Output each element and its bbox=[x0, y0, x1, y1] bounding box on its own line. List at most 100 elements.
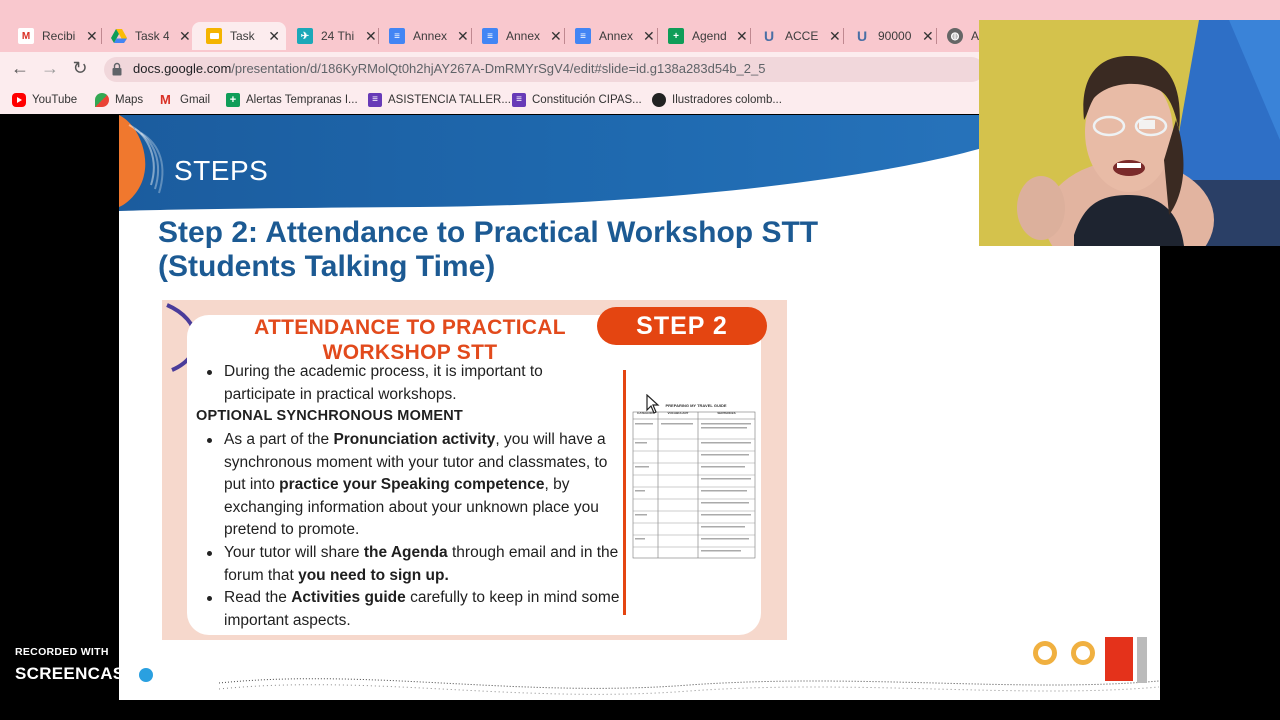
heading-line-2: (Students Talking Time) bbox=[158, 250, 496, 283]
tab-label: Recibi bbox=[42, 29, 76, 43]
tab-agenda[interactable]: + Agend ✕ bbox=[654, 22, 754, 50]
magnet-icon: U bbox=[856, 28, 868, 44]
divider-line bbox=[623, 370, 626, 615]
magnet-icon: U bbox=[763, 28, 775, 44]
bookmark-ilustradores[interactable]: Ilustradores colomb... bbox=[652, 91, 782, 109]
reload-icon[interactable]: ↻ bbox=[68, 57, 92, 81]
tab-90000[interactable]: U 90000 ✕ bbox=[840, 22, 940, 50]
text-run: Your tutor will share bbox=[224, 544, 364, 561]
screencast-watermark: RECORDED WITH SCREENCAST MATIC bbox=[15, 646, 209, 691]
close-icon[interactable]: ✕ bbox=[829, 28, 841, 45]
google-docs-icon: ≡ bbox=[575, 28, 591, 44]
tab-gmail[interactable]: M Recibi ✕ bbox=[4, 22, 104, 50]
tab-annex-3[interactable]: ≡ Annex ✕ bbox=[561, 22, 661, 50]
bullet-3-text: Your tutor will share the Agenda through… bbox=[224, 542, 622, 587]
close-icon[interactable]: ✕ bbox=[550, 28, 562, 45]
tab-label: Task 4 bbox=[135, 29, 169, 43]
text-run: As a part of the bbox=[224, 431, 334, 448]
bullet-dot bbox=[207, 596, 212, 601]
travel-guide-thumbnail: PREPARING MY TRAVEL GUIDE CATEGORY VOCAB… bbox=[632, 403, 760, 563]
close-icon[interactable]: ✕ bbox=[922, 28, 934, 45]
bullet-4-text: Read the Activities guide carefully to k… bbox=[224, 587, 622, 632]
tab-slides-active[interactable]: Task 4 ✕ bbox=[192, 22, 286, 50]
thumbnail-col: VOCABULARY bbox=[667, 411, 689, 415]
url-text[interactable]: docs.google.com/presentation/d/186KyRMol… bbox=[133, 61, 765, 76]
bold-run: you need to sign up. bbox=[298, 566, 449, 584]
back-arrow-icon[interactable]: ← bbox=[8, 57, 32, 81]
screen: M Recibi ✕ Task 4 ✕ Task 4 ✕ ✈ 24 Thi ✕ … bbox=[0, 0, 1280, 720]
close-icon[interactable]: ✕ bbox=[86, 28, 98, 45]
close-icon[interactable]: ✕ bbox=[736, 28, 748, 45]
bold-run: practice your Speaking competence bbox=[279, 476, 545, 494]
google-slides-icon bbox=[206, 28, 222, 44]
tab-drive[interactable]: Task 4 ✕ bbox=[97, 22, 197, 50]
tab-flights[interactable]: ✈ 24 Thi ✕ bbox=[283, 22, 383, 50]
tab-label: Annex bbox=[506, 29, 540, 43]
close-icon[interactable]: ✕ bbox=[179, 28, 191, 45]
card-title: ATTENDANCE TO PRACTICAL WORKSHOP STT bbox=[220, 315, 600, 365]
close-icon[interactable]: ✕ bbox=[643, 28, 655, 45]
bookmark-youtube[interactable]: YouTube bbox=[12, 91, 77, 109]
google-sheets-icon: + bbox=[226, 93, 240, 107]
heading-line-1: Step 2: Attendance to Practical Workshop… bbox=[158, 216, 819, 249]
bullet-dot bbox=[207, 370, 212, 375]
globe-icon: ◍ bbox=[947, 28, 963, 44]
tab-annex-1[interactable]: ≡ Annex ✕ bbox=[375, 22, 475, 50]
google-forms-icon: ≡ bbox=[512, 93, 526, 107]
step-badge: STEP 2 bbox=[597, 307, 767, 345]
bookmark-label: Ilustradores colomb... bbox=[672, 94, 782, 106]
section-title: STEPS bbox=[174, 155, 269, 186]
bookmark-label: ASISTENCIA TALLER... bbox=[388, 94, 511, 106]
plane-icon: ✈ bbox=[297, 28, 313, 44]
screencast-logo-dot bbox=[139, 668, 153, 682]
optional-moment-subheading: OPTIONAL SYNCHRONOUS MOMENT bbox=[196, 408, 463, 424]
tab-label: ACCES bbox=[785, 29, 819, 43]
bullet-dot bbox=[207, 438, 212, 443]
bookmark-alertas[interactable]: + Alertas Tempranas I... bbox=[226, 91, 358, 109]
thumbnail-table bbox=[632, 411, 756, 559]
bookmark-label: Maps bbox=[115, 94, 144, 106]
google-docs-icon: ≡ bbox=[389, 28, 405, 44]
url-host: docs.google.com bbox=[133, 61, 232, 76]
tab-label: 90000 bbox=[878, 29, 912, 43]
bookmark-gmail[interactable]: M Gmail bbox=[160, 91, 210, 109]
bookmark-label: Alertas Tempranas I... bbox=[246, 94, 358, 106]
bookmark-asistencia[interactable]: ≡ ASISTENCIA TALLER... bbox=[368, 91, 511, 109]
bullet-2-text: As a part of the Pronunciation activity,… bbox=[224, 429, 622, 542]
thumbnail-col: SENTENCES bbox=[717, 411, 736, 415]
bookmark-constitucion[interactable]: ≡ Constitución CIPAS... bbox=[512, 91, 642, 109]
bold-run: Activities guide bbox=[291, 589, 406, 606]
tab-label: Annex bbox=[599, 29, 633, 43]
bold-run: the Agenda bbox=[363, 544, 448, 561]
watermark-line-3: MATIC bbox=[163, 666, 210, 683]
forward-arrow-icon[interactable]: → bbox=[38, 57, 62, 81]
maps-icon bbox=[95, 93, 109, 107]
tab-label: Annex bbox=[413, 29, 447, 43]
close-icon[interactable]: ✕ bbox=[268, 28, 280, 45]
bold-run: Pronunciation activity bbox=[333, 431, 496, 448]
close-icon[interactable]: ✕ bbox=[457, 28, 469, 45]
watermark-line-1: RECORDED WITH bbox=[15, 646, 109, 658]
gmail-icon: M bbox=[18, 28, 34, 44]
mouse-cursor-icon bbox=[646, 394, 660, 414]
youtube-icon bbox=[12, 93, 26, 107]
tab-label: Task 4 bbox=[230, 29, 258, 43]
bookmark-label: Constitución CIPAS... bbox=[532, 94, 642, 106]
bullet-dot bbox=[207, 551, 212, 556]
tab-acces[interactable]: U ACCES ✕ bbox=[747, 22, 847, 50]
tab-label: 24 Thi bbox=[321, 29, 355, 43]
lock-icon bbox=[112, 62, 122, 76]
google-drive-icon bbox=[111, 28, 127, 44]
site-icon bbox=[652, 93, 666, 107]
tab-annex-2[interactable]: ≡ Annex ✕ bbox=[468, 22, 568, 50]
gmail-icon: M bbox=[160, 92, 171, 107]
url-path: /presentation/d/186KyRMolQt0h2hjAY267A-D… bbox=[231, 61, 766, 76]
bookmark-label: Gmail bbox=[180, 94, 211, 106]
certification-logos bbox=[1031, 633, 1151, 694]
card-title-line-1: ATTENDANCE TO PRACTICAL bbox=[254, 316, 566, 339]
bookmark-label: YouTube bbox=[32, 94, 78, 106]
bookmark-maps[interactable]: Maps bbox=[95, 91, 143, 109]
bullet-1-text: During the academic process, it is impor… bbox=[224, 363, 543, 403]
google-sheets-icon: + bbox=[668, 28, 684, 44]
watermark-line-2: SCREENCAST bbox=[15, 664, 136, 683]
